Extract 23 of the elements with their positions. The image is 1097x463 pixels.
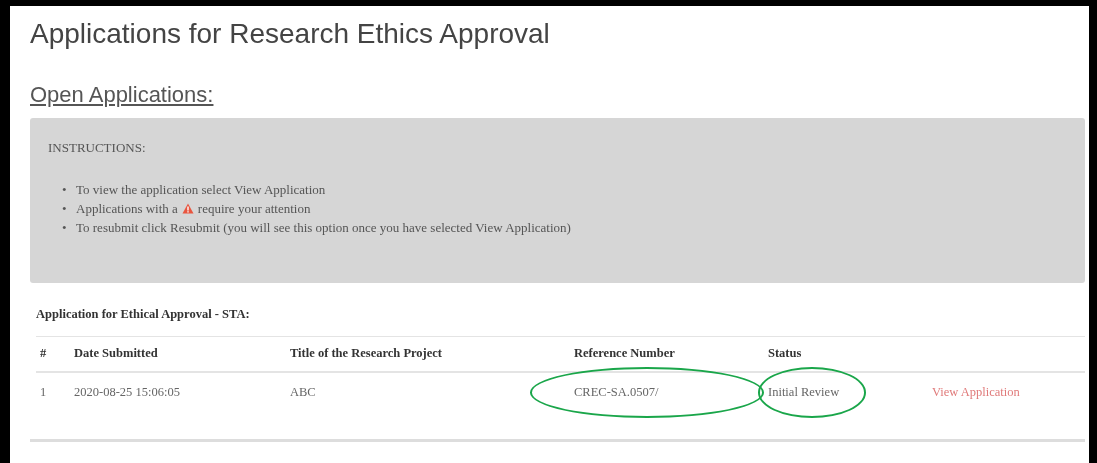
bullet: •	[62, 199, 68, 218]
column-header: Title of the Research Project	[290, 346, 443, 361]
table-cell: CREC-SA.0507/	[574, 385, 659, 400]
view-application-link[interactable]: View Application	[932, 385, 1020, 400]
instructions-heading: INSTRUCTIONS:	[48, 139, 146, 157]
bullet: •	[62, 180, 68, 199]
table-cell: 1	[40, 385, 47, 400]
instruction-text: To view the application select View Application	[76, 180, 326, 199]
instruction-text: Applications with a	[76, 199, 178, 218]
table-cell: ABC	[290, 385, 316, 400]
column-header: #	[40, 346, 47, 361]
warning-icon	[181, 202, 194, 214]
column-header: Date Submitted	[74, 346, 158, 361]
bullet: •	[62, 218, 68, 237]
table-cell: 2020-08-25 15:06:05	[74, 385, 180, 400]
column-header: Reference Number	[574, 346, 675, 361]
column-header: Status	[768, 346, 802, 361]
table-cell: Initial Review	[768, 385, 840, 400]
instruction-text: To resubmit click Resubmit (you will see this option once you have selected View Application)	[76, 218, 571, 237]
section-heading: Open Applications:	[30, 81, 214, 109]
page-title: Applications for Research Ethics Approval	[30, 17, 550, 51]
table-caption: Application for Ethical Approval - STA:	[36, 306, 250, 323]
instruction-text: require your attention	[197, 199, 311, 218]
